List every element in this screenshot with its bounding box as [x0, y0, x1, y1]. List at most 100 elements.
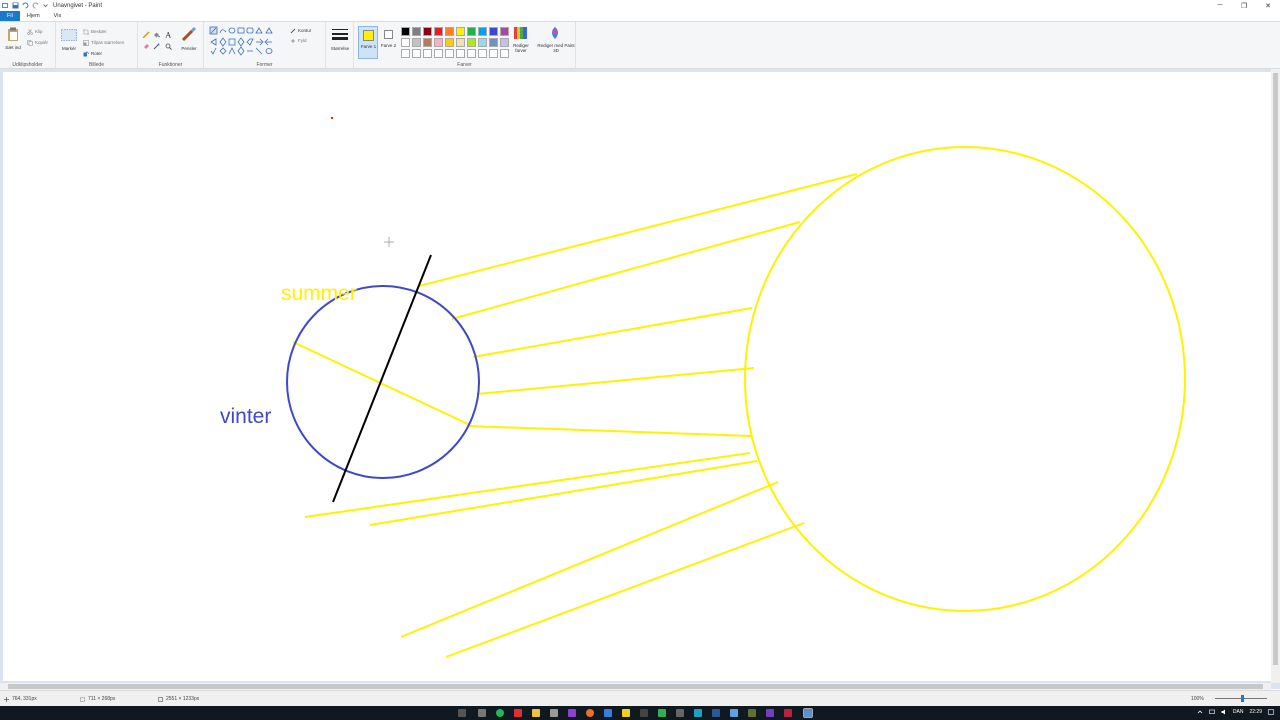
- palette-swatch[interactable]: [412, 49, 421, 58]
- network-icon[interactable]: [1209, 709, 1215, 715]
- paste-button[interactable]: Sæt ind: [4, 45, 22, 50]
- minimize-button[interactable]: ─: [1208, 0, 1232, 11]
- edit-colors-button[interactable]: Rediger farver: [510, 26, 532, 60]
- word-icon[interactable]: [712, 709, 720, 717]
- brushes-icon[interactable]: [181, 27, 197, 42]
- save-icon[interactable]: [12, 2, 19, 9]
- palette-swatch[interactable]: [478, 38, 487, 47]
- palette-swatch[interactable]: [401, 49, 410, 58]
- palette-swatch[interactable]: [434, 49, 443, 58]
- palette-swatch[interactable]: [423, 27, 432, 36]
- palette-swatch[interactable]: [467, 49, 476, 58]
- app-icon-green[interactable]: [658, 709, 666, 717]
- select-icon[interactable]: [61, 29, 77, 41]
- app-icon-blue[interactable]: [604, 709, 612, 717]
- palette-swatch[interactable]: [445, 27, 454, 36]
- close-button[interactable]: ✕: [1256, 0, 1280, 11]
- palette-swatch[interactable]: [467, 27, 476, 36]
- palette-swatch[interactable]: [489, 27, 498, 36]
- horizontal-scroll-thumb[interactable]: [8, 684, 1263, 689]
- palette-swatch[interactable]: [500, 27, 509, 36]
- tab-view[interactable]: Vis: [47, 11, 69, 21]
- palette-swatch[interactable]: [412, 38, 421, 47]
- drawing-svg: [286, 117, 1186, 658]
- palette-swatch[interactable]: [445, 49, 454, 58]
- redo-icon[interactable]: [32, 2, 39, 9]
- app-icon-violet[interactable]: [766, 709, 774, 717]
- text-icon[interactable]: A: [165, 31, 172, 38]
- eraser-icon[interactable]: [143, 43, 150, 50]
- clock[interactable]: 22:29: [1249, 709, 1262, 715]
- palette-swatch[interactable]: [434, 38, 443, 47]
- app-icon-olive[interactable]: [748, 709, 756, 717]
- pencil-icon[interactable]: [143, 31, 150, 38]
- palette-swatch[interactable]: [489, 49, 498, 58]
- firefox-icon[interactable]: [586, 709, 594, 717]
- maximize-button[interactable]: ❐: [1232, 0, 1256, 11]
- palette-swatch[interactable]: [456, 49, 465, 58]
- size-icon[interactable]: [332, 28, 348, 41]
- color-picker-icon[interactable]: [153, 43, 160, 50]
- vertical-scroll-thumb[interactable]: [1273, 73, 1278, 665]
- palette-swatch[interactable]: [478, 27, 487, 36]
- palette-swatch[interactable]: [500, 49, 509, 58]
- palette-swatch[interactable]: [467, 38, 476, 47]
- palette-swatch[interactable]: [456, 38, 465, 47]
- palette-swatch[interactable]: [478, 49, 487, 58]
- color1-button[interactable]: Farve 1: [358, 26, 378, 59]
- undo-icon[interactable]: [22, 2, 29, 9]
- paint-taskbar-icon[interactable]: [803, 708, 813, 718]
- zoom-slider-thumb[interactable]: [1241, 695, 1244, 702]
- vertical-scrollbar[interactable]: [1271, 69, 1280, 683]
- cut-icon: [27, 29, 33, 35]
- copy-button[interactable]: Kopiér: [35, 40, 48, 45]
- palette-swatch[interactable]: [423, 38, 432, 47]
- paste-icon[interactable]: [7, 27, 19, 42]
- settings-icon[interactable]: [550, 709, 558, 717]
- palette-swatch[interactable]: [401, 38, 410, 47]
- paint3d-button[interactable]: Rediger med Paint 3D: [536, 26, 576, 60]
- fill-button[interactable]: Fyld: [298, 38, 307, 43]
- volume-icon[interactable]: [1221, 709, 1227, 715]
- chevron-up-icon[interactable]: [1197, 709, 1203, 715]
- brushes-button[interactable]: Pensler: [179, 46, 199, 51]
- palette-swatch[interactable]: [434, 27, 443, 36]
- crop-button[interactable]: Beskær: [91, 29, 107, 34]
- palette-swatch[interactable]: [445, 38, 454, 47]
- notification-icon[interactable]: [1268, 709, 1274, 715]
- app-icon-red[interactable]: [514, 709, 522, 717]
- language-indicator[interactable]: DAN: [1233, 709, 1244, 715]
- app-icon-yellow[interactable]: [622, 709, 630, 717]
- resize-button[interactable]: Tilpas størrelsen: [91, 40, 124, 45]
- palette-swatch[interactable]: [423, 49, 432, 58]
- palette-swatch[interactable]: [401, 27, 410, 36]
- app-icon-cyan[interactable]: [694, 709, 702, 717]
- file-explorer-icon[interactable]: [532, 709, 540, 717]
- drawing-canvas[interactable]: summer vinter: [3, 72, 1271, 681]
- app-icon-crimson[interactable]: [784, 709, 792, 717]
- size-button[interactable]: Størrelse: [327, 46, 353, 51]
- app-icon-lightblue[interactable]: [730, 709, 738, 717]
- task-view-icon[interactable]: [478, 709, 486, 717]
- app-icon-grey[interactable]: [676, 709, 684, 717]
- palette-swatch[interactable]: [456, 27, 465, 36]
- palette-swatch[interactable]: [500, 38, 509, 47]
- horizontal-scrollbar[interactable]: [0, 683, 1271, 690]
- select-button[interactable]: Markér: [59, 46, 79, 51]
- app-icon-dark[interactable]: [640, 709, 648, 717]
- shapes-gallery[interactable]: [209, 26, 287, 58]
- tab-file[interactable]: Fil: [0, 11, 20, 21]
- search-icon[interactable]: [458, 709, 466, 717]
- app-icon-purple[interactable]: [568, 709, 576, 717]
- color2-button[interactable]: Farve 2: [380, 26, 398, 59]
- tab-home[interactable]: Hjem: [20, 11, 47, 21]
- fill-icon[interactable]: [153, 31, 160, 38]
- palette-swatch[interactable]: [412, 27, 421, 36]
- outline-button[interactable]: Kontur: [298, 28, 311, 33]
- rotate-button[interactable]: Roter: [91, 51, 102, 56]
- cut-button[interactable]: Klip: [35, 29, 43, 34]
- palette-swatch[interactable]: [489, 38, 498, 47]
- chevron-down-icon[interactable]: [42, 2, 49, 9]
- magnifier-icon[interactable]: [165, 43, 172, 50]
- spotify-icon[interactable]: [496, 709, 504, 717]
